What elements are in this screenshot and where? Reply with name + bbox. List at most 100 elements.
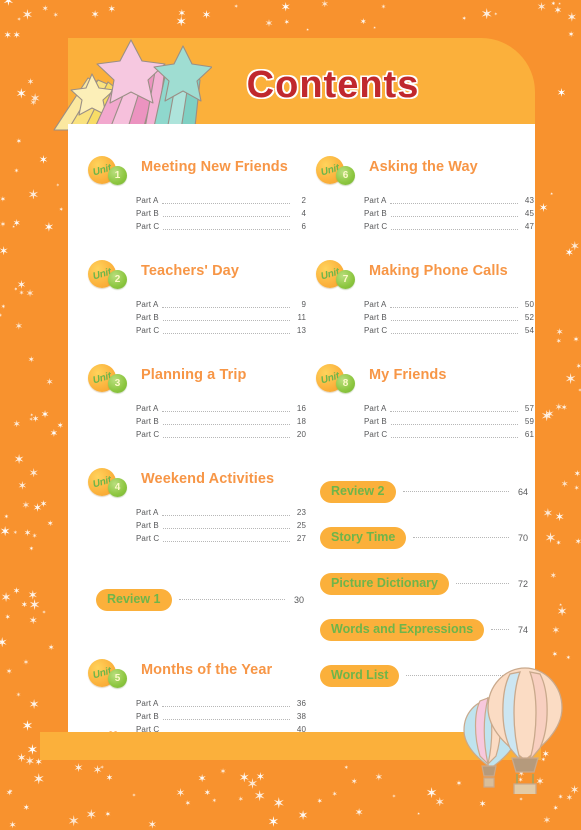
- part-page-number: 43: [524, 196, 534, 205]
- section-pill-label[interactable]: Word List: [320, 665, 400, 687]
- part-row[interactable]: Part C 20: [136, 428, 306, 441]
- dot-leader: [162, 514, 290, 516]
- part-row[interactable]: Part B 18: [136, 415, 306, 428]
- part-row[interactable]: Part B 25: [136, 519, 306, 532]
- section-page-number: 74: [517, 625, 528, 635]
- part-label: Part A: [136, 196, 159, 205]
- left-column: Unit 1 Meeting New Friends Part A 2 Part…: [88, 124, 306, 736]
- part-row[interactable]: Part A 23: [136, 506, 306, 519]
- sparkle-star-icon: [306, 28, 309, 32]
- part-row[interactable]: Part B 38: [136, 710, 306, 723]
- sparkle-star-icon: [481, 7, 492, 20]
- dot-leader: [413, 536, 509, 538]
- part-row[interactable]: Part C 54: [364, 324, 534, 337]
- sparkle-star-icon: [12, 529, 18, 535]
- unit-entry-5[interactable]: Unit 5 Months of the Year Part A 36 Part…: [88, 659, 306, 736]
- unit-entry-8[interactable]: Unit 8 My Friends Part A 57 Part B 59 Pa…: [316, 364, 534, 441]
- part-row[interactable]: Part A 57: [364, 402, 534, 415]
- part-row[interactable]: Part B 59: [364, 415, 534, 428]
- part-label: Part C: [364, 326, 388, 335]
- dot-leader: [162, 319, 290, 321]
- part-row[interactable]: Part A 43: [364, 194, 534, 207]
- part-row[interactable]: Part A 36: [136, 697, 306, 710]
- dot-leader: [163, 436, 290, 438]
- sparkle-star-icon: [17, 753, 26, 763]
- part-row[interactable]: Part B 45: [364, 207, 534, 220]
- unit-title: My Friends: [369, 367, 447, 383]
- part-label: Part A: [136, 699, 159, 708]
- section-entry-words-and-expressions[interactable]: Words and Expressions 74: [320, 619, 528, 641]
- part-row[interactable]: Part B 4: [136, 207, 306, 220]
- section-pill-label[interactable]: Review 1: [96, 589, 172, 611]
- sparkle-star-icon: [32, 532, 37, 538]
- sparkle-star-icon: [558, 602, 562, 606]
- sparkle-star-icon: [212, 797, 217, 803]
- sparkle-star-icon: [539, 203, 548, 213]
- unit-badge-5: Unit 5: [88, 659, 134, 689]
- part-page-number: 61: [524, 430, 534, 439]
- dot-leader: [390, 319, 518, 321]
- section-page-number: 72: [517, 579, 528, 589]
- sparkle-star-icon: [39, 155, 48, 165]
- part-label: Part B: [364, 417, 387, 426]
- sparkle-star-icon: [30, 413, 34, 418]
- part-row[interactable]: Part C 27: [136, 532, 306, 545]
- unit-number-label: 3: [108, 374, 127, 393]
- sparkle-star-icon: [13, 218, 20, 227]
- sparkle-star-icon: [417, 811, 420, 815]
- section-entry-picture-dictionary[interactable]: Picture Dictionary 72: [320, 573, 528, 595]
- section-pill-label[interactable]: Review 2: [320, 481, 396, 503]
- sparkle-star-icon: [86, 808, 97, 820]
- sparkle-star-icon: [176, 15, 187, 27]
- unit-entry-6[interactable]: Unit 6 Asking the Way Part A 43 Part B 4…: [316, 156, 534, 233]
- section-pill-label[interactable]: Words and Expressions: [320, 619, 485, 641]
- part-row[interactable]: Part C 13: [136, 324, 306, 337]
- section-pill-label[interactable]: Story Time: [320, 527, 407, 549]
- unit-entry-1[interactable]: Unit 1 Meeting New Friends Part A 2 Part…: [88, 156, 306, 233]
- part-row[interactable]: Part A 16: [136, 402, 306, 415]
- unit-entry-4[interactable]: Unit 4 Weekend Activities Part A 23 Part…: [88, 468, 306, 545]
- sparkle-star-icon: [553, 804, 558, 810]
- section-entry-review-2[interactable]: Review 2 64: [320, 481, 528, 503]
- sparkle-star-icon: [537, 1, 546, 12]
- unit-entry-3[interactable]: Unit 3 Planning a Trip Part A 16 Part B …: [88, 364, 306, 441]
- unit-badge-7: Unit 7: [316, 260, 362, 290]
- part-row[interactable]: Part C 47: [364, 220, 534, 233]
- unit-parts-list: Part A 9 Part B 11 Part C 13: [136, 298, 306, 337]
- sparkle-star-icon: [29, 467, 38, 478]
- sparkle-star-icon: [17, 279, 26, 289]
- part-label: Part B: [364, 313, 387, 322]
- part-row[interactable]: Part A 2: [136, 194, 306, 207]
- unit-entry-2[interactable]: Unit 2 Teachers' Day Part A 9 Part B 11: [88, 260, 306, 337]
- unit-entry-7[interactable]: Unit 7 Making Phone Calls Part A 50 Part…: [316, 260, 534, 337]
- unit-badge-1: Unit 1: [88, 156, 134, 186]
- sparkle-star-icon: [50, 429, 58, 438]
- part-row[interactable]: Part B 52: [364, 311, 534, 324]
- part-row[interactable]: Part A 9: [136, 298, 306, 311]
- section-entry-story-time[interactable]: Story Time 70: [320, 527, 528, 549]
- sparkle-star-icon: [6, 668, 13, 675]
- part-page-number: 54: [524, 326, 534, 335]
- part-page-number: 13: [296, 326, 306, 335]
- sparkle-star-icon: [570, 241, 580, 251]
- sparkle-star-icon: [555, 512, 564, 522]
- sparkle-star-icon: [44, 222, 54, 232]
- part-row[interactable]: Part B 11: [136, 311, 306, 324]
- section-entry-review-1[interactable]: Review 1 30: [96, 589, 304, 611]
- part-label: Part A: [364, 196, 387, 205]
- sparkle-star-icon: [558, 794, 563, 800]
- dot-leader: [491, 628, 509, 630]
- part-row[interactable]: Part C 6: [136, 220, 306, 233]
- section-pill-label[interactable]: Picture Dictionary: [320, 573, 449, 595]
- dot-leader: [390, 215, 518, 217]
- part-row[interactable]: Part A 50: [364, 298, 534, 311]
- part-row[interactable]: Part C 61: [364, 428, 534, 441]
- sparkle-star-icon: [13, 286, 18, 291]
- part-label: Part C: [136, 534, 160, 543]
- sparkle-star-icon: [40, 499, 47, 508]
- sparkle-star-icon: [16, 138, 22, 145]
- part-page-number: 50: [524, 300, 534, 309]
- part-label: Part A: [136, 508, 159, 517]
- unit-parts-list: Part A 2 Part B 4 Part C 6: [136, 194, 306, 233]
- unit-title: Weekend Activities: [141, 471, 275, 487]
